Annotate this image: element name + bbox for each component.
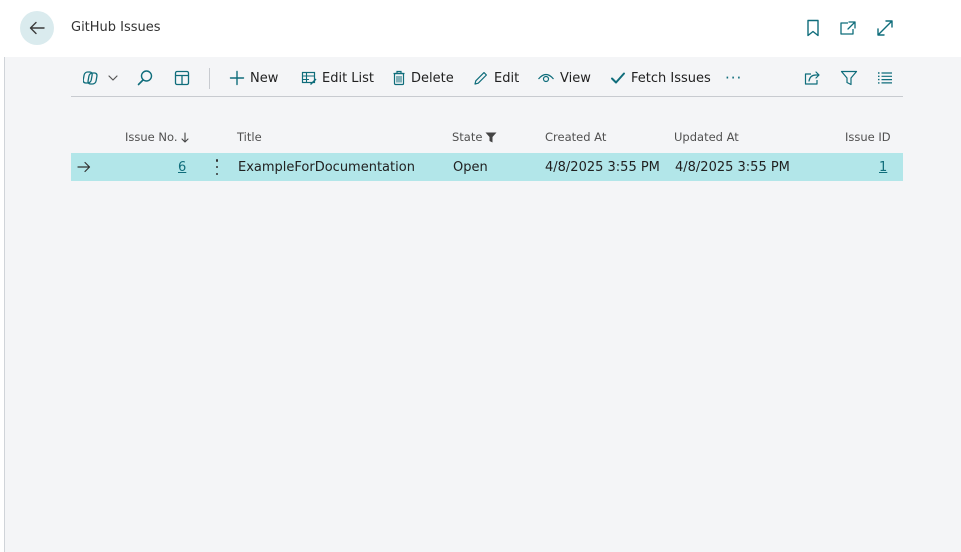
column-header-title[interactable]: Title (237, 130, 262, 144)
pencil-icon (474, 72, 487, 85)
edit-button[interactable]: Edit (473, 62, 519, 94)
list-view-button[interactable] (877, 62, 893, 94)
column-header-created-at[interactable]: Created At (545, 130, 606, 144)
new-label: New (250, 70, 279, 86)
edit-list-icon (301, 71, 317, 85)
updated-at-cell[interactable]: 4/8/2025 3:55 PM (675, 160, 790, 175)
layout-icon (174, 70, 190, 86)
column-header-title-label: Title (237, 130, 262, 144)
open-in-new-window-button[interactable] (836, 16, 860, 40)
checkmark-icon (611, 72, 625, 84)
delete-label: Delete (411, 70, 454, 86)
filter-icon (840, 70, 858, 86)
more-options-label: ··· (725, 69, 743, 87)
edit-list-label: Edit List (322, 70, 375, 86)
share-button[interactable] (803, 62, 821, 94)
search-button[interactable] (136, 62, 154, 94)
column-header-updated-at-label: Updated At (674, 130, 739, 144)
bookmark-button[interactable] (801, 16, 825, 40)
filter-applied-icon (485, 132, 497, 142)
column-header-issue-id-label: Issue ID (845, 130, 891, 144)
copilot-icon (83, 71, 98, 85)
column-header-created-at-label: Created At (545, 130, 607, 144)
dot (215, 165, 219, 169)
search-icon (137, 70, 153, 86)
state-cell[interactable]: Open (453, 160, 488, 175)
back-button[interactable] (20, 11, 54, 45)
layout-button[interactable] (173, 62, 191, 94)
page-title: GitHub Issues (71, 20, 161, 35)
column-header-issue-no[interactable]: Issue No. (125, 130, 189, 144)
open-in-new-window-icon (840, 21, 856, 35)
column-header-issue-id[interactable]: Issue ID (845, 130, 891, 144)
delete-button[interactable]: Delete (392, 62, 454, 94)
bookmark-icon (807, 19, 819, 37)
side-panel-edge (0, 0, 5, 552)
issue-no-cell[interactable]: 6 (178, 160, 186, 175)
title-cell[interactable]: ExampleForDocumentation (238, 160, 415, 175)
column-header-state-label: State (452, 130, 483, 144)
share-icon (804, 71, 820, 85)
chevron-down-icon (108, 75, 118, 81)
dot (215, 172, 219, 175)
plus-icon (229, 70, 245, 86)
copilot-button[interactable] (83, 62, 118, 94)
edit-label: Edit (494, 70, 520, 86)
filter-button[interactable] (840, 62, 858, 94)
arrow-left-icon (29, 21, 45, 35)
trash-icon (393, 70, 405, 86)
eye-icon (538, 73, 554, 83)
created-at-cell[interactable]: 4/8/2025 3:55 PM (545, 160, 660, 175)
dot (215, 159, 219, 162)
column-header-state[interactable]: State (452, 130, 497, 144)
row-actions-menu-button[interactable] (212, 159, 222, 175)
current-row-arrow-icon (77, 161, 91, 173)
column-header-updated-at[interactable]: Updated At (674, 130, 739, 144)
sort-descending-icon (180, 131, 189, 143)
column-header-issue-no-label: Issue No. (125, 130, 178, 144)
view-button[interactable]: View (537, 62, 591, 94)
fetch-issues-label: Fetch Issues (631, 70, 711, 86)
more-options-button[interactable]: ··· (725, 62, 742, 94)
view-label: View (560, 70, 591, 86)
issue-id-cell[interactable]: 1 (879, 160, 887, 175)
action-bar-separator (209, 68, 210, 89)
expand-button[interactable] (873, 16, 897, 40)
table-row[interactable]: 6 ExampleForDocumentation Open 4/8/2025 … (71, 153, 903, 181)
list-view-icon (878, 72, 892, 84)
action-bar: New Edit List Delete Edit View Fetch Iss… (71, 62, 903, 97)
new-button[interactable]: New (229, 62, 278, 94)
expand-icon (877, 20, 893, 36)
page-header: GitHub Issues (4, 0, 961, 57)
edit-list-button[interactable]: Edit List (301, 62, 374, 94)
fetch-issues-button[interactable]: Fetch Issues (610, 62, 711, 94)
